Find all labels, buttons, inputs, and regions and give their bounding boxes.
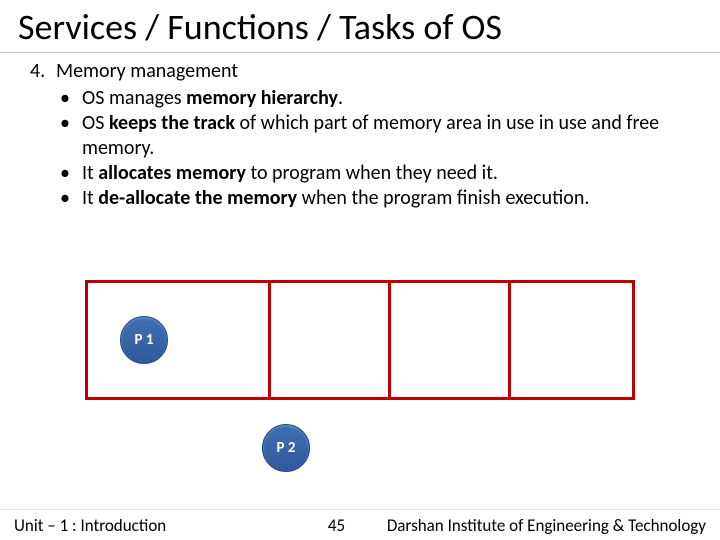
footer-institute: Darshan Institute of Engineering & Techn… xyxy=(387,515,706,536)
text: . xyxy=(338,86,343,110)
text: OS xyxy=(82,111,109,135)
text: when the program finish execution. xyxy=(297,186,589,210)
memory-divider xyxy=(508,283,511,397)
text-bold: keeps the track xyxy=(109,111,235,135)
footer-page-number: 45 xyxy=(166,515,387,536)
process-p1-circle: P 1 xyxy=(120,316,168,364)
list-number: 4. xyxy=(30,59,56,84)
text-bold: memory hierarchy xyxy=(186,86,338,110)
footer-unit: Unit – 1 : Introduction xyxy=(14,515,166,536)
slide-footer: Unit – 1 : Introduction 45 Darshan Insti… xyxy=(0,509,720,540)
slide-title: Services / Functions / Tasks of OS xyxy=(0,0,720,53)
text: It xyxy=(82,161,98,185)
bullet-1: OS manages memory hierarchy. xyxy=(60,86,690,111)
content-area: 4. Memory management OS manages memory h… xyxy=(0,53,720,211)
bullet-list: OS manages memory hierarchy. OS keeps th… xyxy=(60,86,690,211)
text-bold: de-allocate the memory xyxy=(98,186,297,210)
list-heading: Memory management xyxy=(56,59,238,84)
text-bold: allocates memory xyxy=(98,161,246,185)
list-item-4: 4. Memory management xyxy=(30,59,690,84)
bullet-4: It de-allocate the memory when the progr… xyxy=(60,186,690,211)
memory-divider xyxy=(388,283,391,397)
process-p2-circle: P 2 xyxy=(262,424,310,472)
text: OS manages xyxy=(82,86,186,110)
text: to program when they need it. xyxy=(246,161,498,185)
memory-divider xyxy=(268,283,271,397)
bullet-2: OS keeps the track of which part of memo… xyxy=(60,111,690,161)
text: It xyxy=(82,186,98,210)
bullet-3: It allocates memory to program when they… xyxy=(60,161,690,186)
